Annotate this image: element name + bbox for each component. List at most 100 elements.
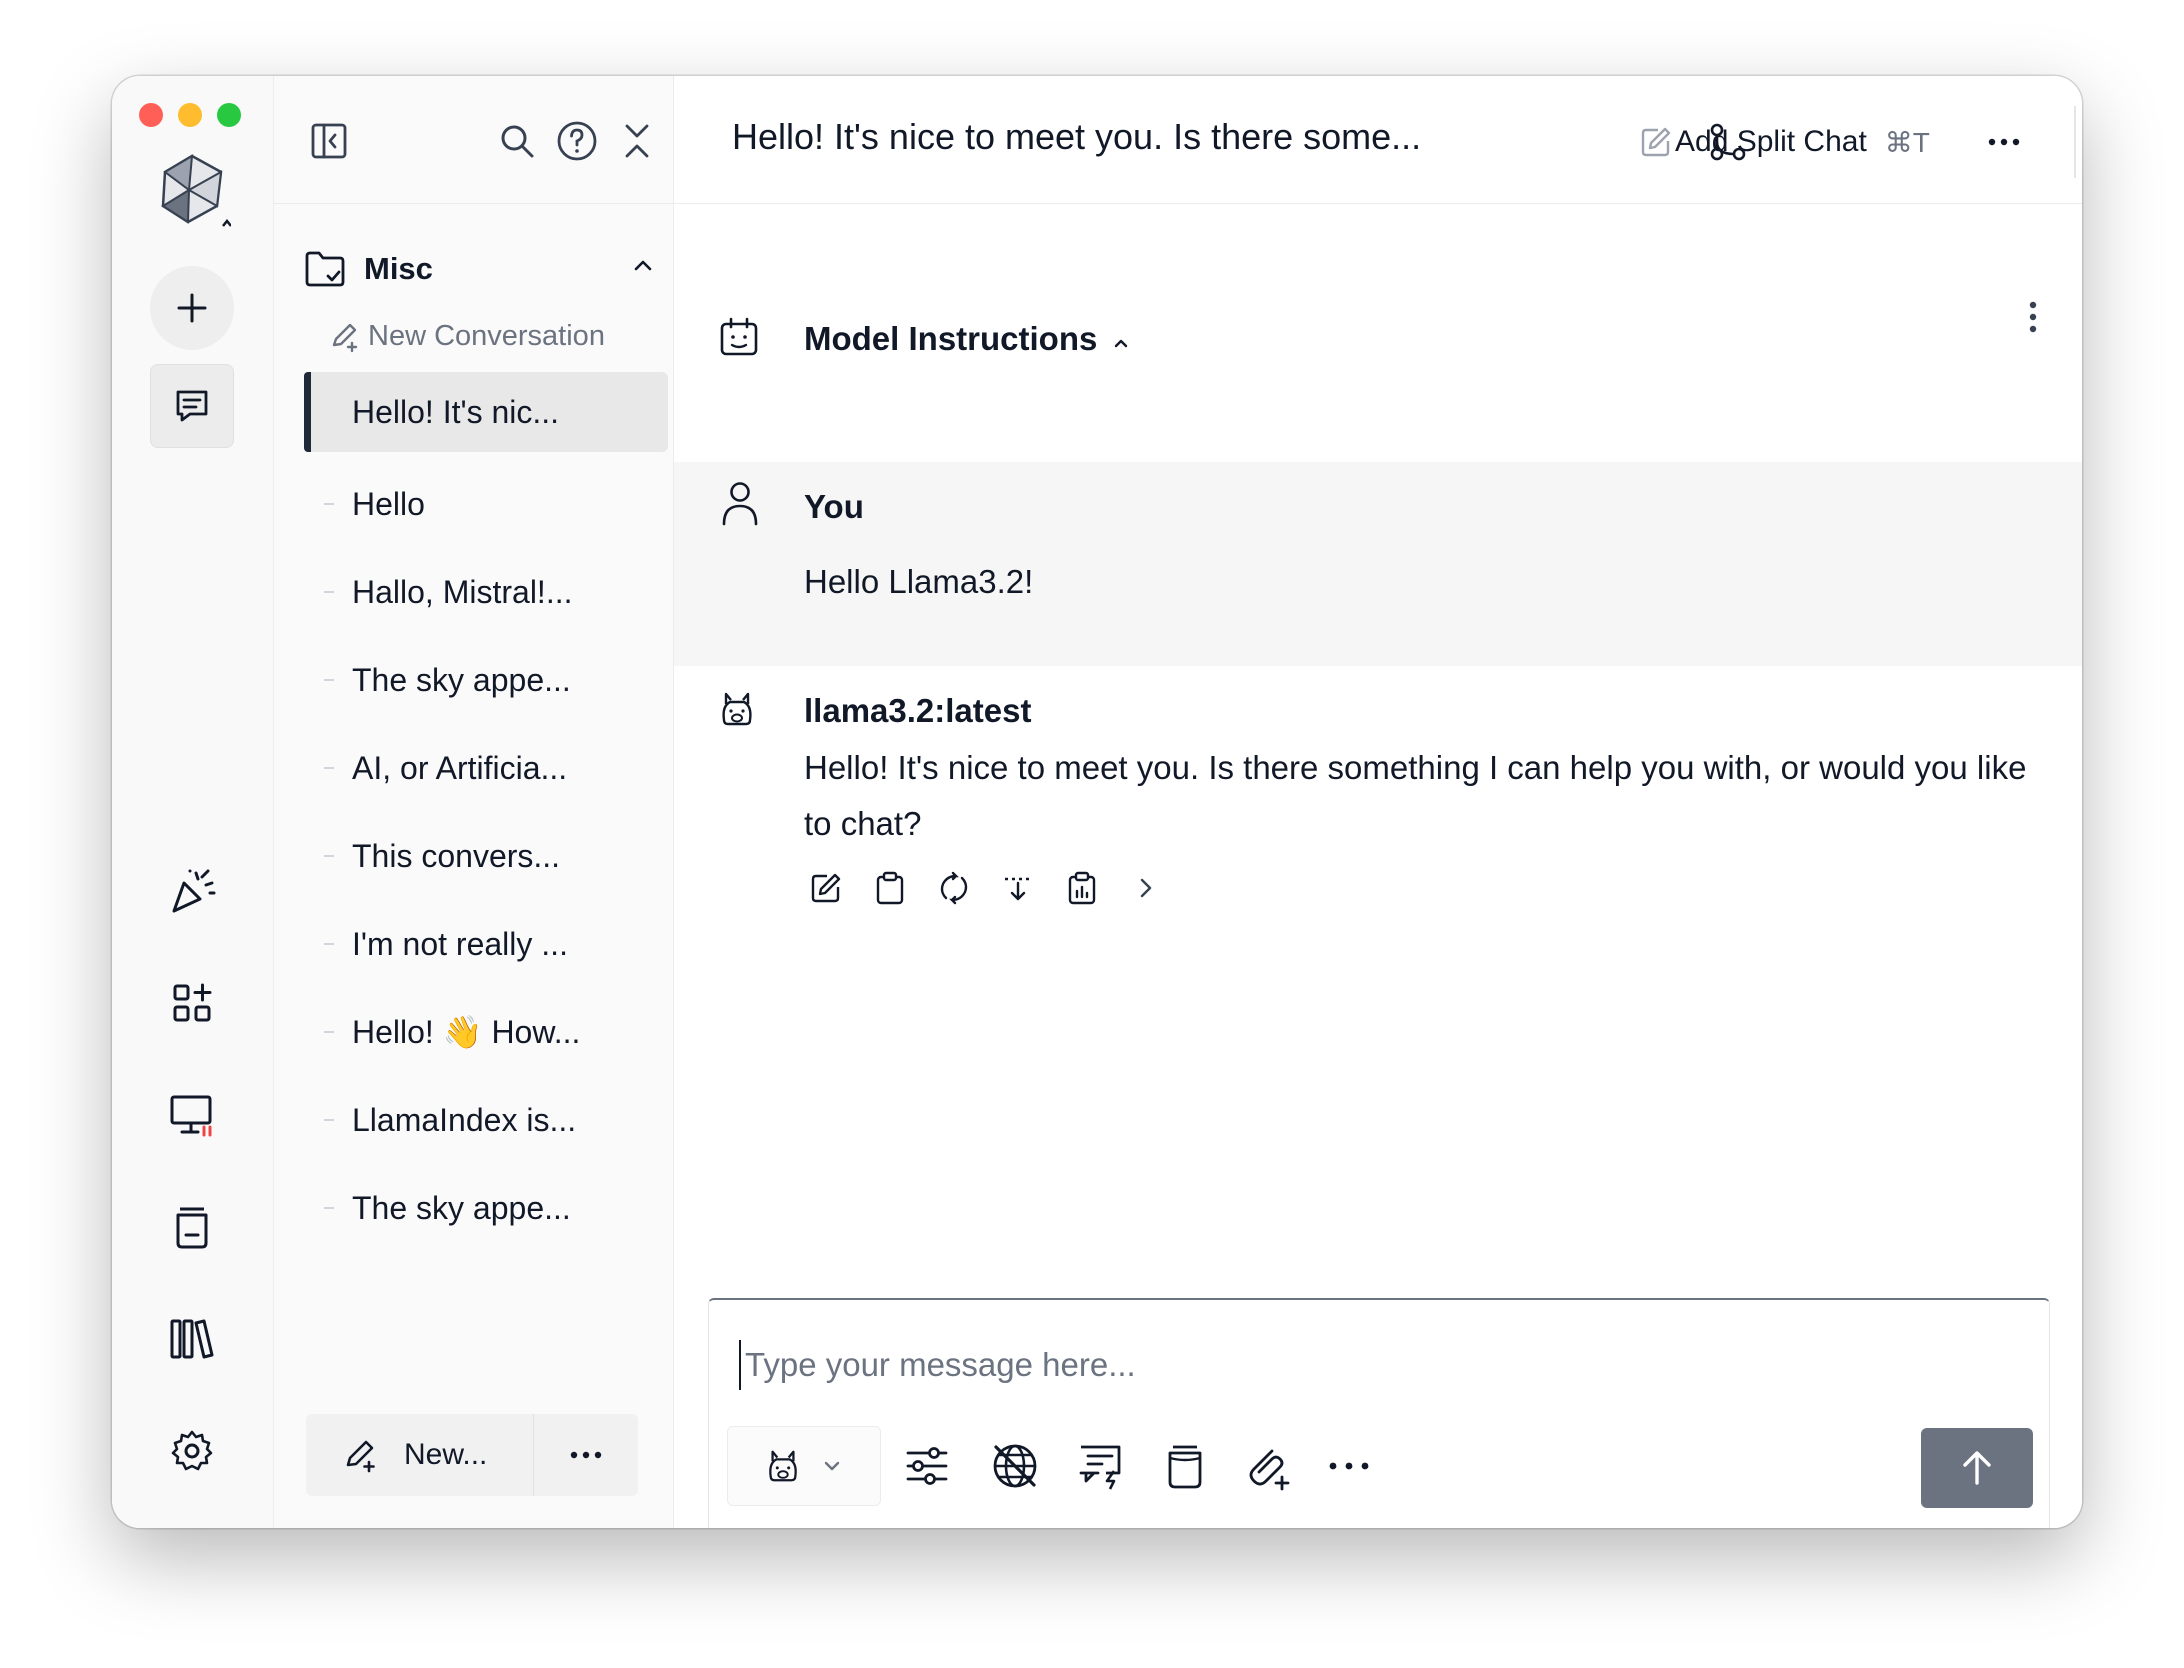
conversation-item[interactable]: Hallo, Mistral!... xyxy=(304,548,668,636)
conversation-label: Hello xyxy=(352,485,425,522)
app-logo-icon[interactable] xyxy=(153,150,231,228)
conversation-label: I'm not really ... xyxy=(352,925,568,962)
conversation-item[interactable]: I'm not really ... xyxy=(304,900,668,988)
toggle-sidebar-icon[interactable] xyxy=(304,116,354,166)
user-icon xyxy=(720,480,760,526)
regenerate-icon[interactable] xyxy=(932,866,976,910)
tree-dash xyxy=(324,1207,334,1209)
conversation-label: The sky appe... xyxy=(352,661,571,698)
chevron-up-icon[interactable] xyxy=(632,254,654,276)
icon-rail xyxy=(112,76,274,1528)
message-input[interactable] xyxy=(739,1340,2019,1390)
conversation-label: LlamaIndex is... xyxy=(352,1101,577,1138)
message-actions xyxy=(804,866,1188,910)
folder-label: Misc xyxy=(364,251,433,286)
message-text: Hello Llama3.2! xyxy=(804,563,1034,600)
model-selector[interactable] xyxy=(727,1426,881,1506)
chevron-right-icon[interactable] xyxy=(1124,866,1168,910)
edit-title-icon[interactable] xyxy=(1634,120,1678,164)
vertical-more-icon[interactable] xyxy=(2028,300,2038,334)
send-button[interactable] xyxy=(1921,1428,2033,1508)
maximize-window-button[interactable] xyxy=(217,103,241,127)
library-icon[interactable] xyxy=(153,1300,231,1378)
more-icon[interactable] xyxy=(1982,120,2026,164)
knowledge-jar-icon[interactable] xyxy=(1155,1436,1215,1496)
tree-dash xyxy=(324,1119,334,1121)
new-conversation-label: New Conversation xyxy=(368,320,605,352)
continue-icon[interactable] xyxy=(996,866,1040,910)
tree-dash xyxy=(324,855,334,857)
chat-main: Hello! It's nice to meet you. Is there s… xyxy=(674,76,2082,1528)
collapse-all-icon[interactable] xyxy=(612,116,662,166)
conversation-list: Hello! It's nic... Hello Hallo, Mistral!… xyxy=(304,372,668,1252)
tree-dash xyxy=(324,1031,334,1033)
conversation-item[interactable]: The sky appe... xyxy=(304,1164,668,1252)
chat-title: Hello! It's nice to meet you. Is there s… xyxy=(732,116,1422,157)
conversation-item[interactable]: The sky appe... xyxy=(304,636,668,724)
search-icon[interactable] xyxy=(492,116,542,166)
clipboard-icon[interactable] xyxy=(868,866,912,910)
topbar-divider xyxy=(2074,106,2076,178)
conversation-item[interactable]: AI, or Artificia... xyxy=(304,724,668,812)
chevron-down-icon xyxy=(821,1455,843,1477)
conversation-label: Hello! 👋 How... xyxy=(352,1014,581,1050)
sidebar-footer: New... xyxy=(306,1414,638,1496)
edit-plus-icon xyxy=(328,321,360,353)
more-options-button[interactable] xyxy=(534,1414,638,1496)
conversation-sidebar: Misc New Conversation Hello! It's nic...… xyxy=(274,76,674,1528)
sliders-icon[interactable] xyxy=(897,1436,957,1496)
stats-clipboard-icon[interactable] xyxy=(1060,866,1104,910)
party-icon[interactable] xyxy=(153,852,231,930)
tree-dash xyxy=(324,591,334,593)
quick-prompt-icon[interactable] xyxy=(1071,1436,1131,1496)
conversation-label: AI, or Artificia... xyxy=(352,749,568,786)
tree-dash xyxy=(324,767,334,769)
close-window-button[interactable] xyxy=(139,103,163,127)
user-message: You Hello Llama3.2! xyxy=(674,462,2082,666)
apps-icon[interactable] xyxy=(153,964,231,1042)
app-window: Misc New Conversation Hello! It's nic...… xyxy=(112,76,2082,1528)
more-icon[interactable] xyxy=(1319,1436,1379,1496)
model-instructions[interactable]: Model Instructions xyxy=(674,204,2082,462)
arrow-up-icon xyxy=(1963,1451,1991,1485)
message-text: Hello! It's nice to meet you. Is there s… xyxy=(804,749,2027,842)
edit-icon[interactable] xyxy=(804,866,848,910)
message-author: You xyxy=(804,488,864,525)
help-icon[interactable] xyxy=(552,116,602,166)
conversation-label: The sky appe... xyxy=(352,1189,571,1226)
folder-misc[interactable]: Misc xyxy=(304,244,654,294)
chevron-up-icon[interactable] xyxy=(1112,334,1130,352)
new-conversation-link[interactable]: New Conversation xyxy=(328,320,605,353)
new-chat-button[interactable] xyxy=(150,266,234,350)
new-button-label: New... xyxy=(404,1438,488,1471)
tree-dash xyxy=(324,679,334,681)
conversation-item[interactable]: LlamaIndex is... xyxy=(304,1076,668,1164)
edit-plus-icon xyxy=(342,1437,378,1473)
conversation-label: This convers... xyxy=(352,837,561,874)
new-button[interactable]: New... xyxy=(306,1414,534,1496)
chat-icon[interactable] xyxy=(150,364,234,448)
conversation-label: Hello! It's nic... xyxy=(352,393,560,430)
conversation-item[interactable]: Hello! It's nic... xyxy=(304,372,668,452)
folder-icon xyxy=(304,250,346,288)
web-search-off-icon[interactable] xyxy=(985,1436,1045,1496)
bot-face-icon xyxy=(718,316,760,358)
minimize-window-button[interactable] xyxy=(178,103,202,127)
model-instructions-label: Model Instructions xyxy=(804,320,1098,357)
tree-dash xyxy=(324,943,334,945)
attach-icon[interactable] xyxy=(1237,1436,1297,1496)
conversation-item[interactable]: Hello! 👋 How... xyxy=(304,988,668,1076)
sidebar-header xyxy=(274,76,673,204)
message-author: llama3.2:latest xyxy=(804,692,1032,729)
conversation-label: Hallo, Mistral!... xyxy=(352,573,573,610)
conversation-item[interactable]: Hello xyxy=(304,460,668,548)
knowledge-jar-icon[interactable] xyxy=(153,1188,231,1266)
settings-icon[interactable] xyxy=(153,1412,231,1490)
conversation-item[interactable]: This convers... xyxy=(304,812,668,900)
monitor-icon[interactable] xyxy=(153,1076,231,1154)
add-split-chat-button[interactable]: Add Split Chat ⌘T xyxy=(1675,120,1930,164)
split-chat-label: Add Split Chat xyxy=(1675,125,1867,158)
more-dots-icon xyxy=(570,1451,602,1459)
chat-topbar: Hello! It's nice to meet you. Is there s… xyxy=(674,76,2082,204)
split-chat-shortcut: ⌘T xyxy=(1884,126,1930,158)
